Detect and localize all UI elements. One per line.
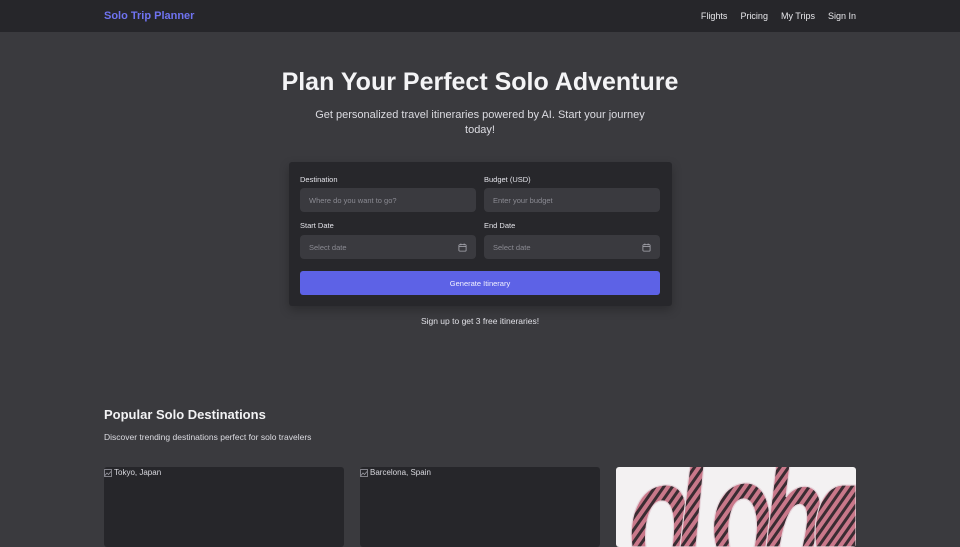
brand-logo-link[interactable]: Solo Trip Planner bbox=[104, 10, 194, 22]
aloha-lettering-image bbox=[630, 467, 856, 547]
nav-link-my-trips[interactable]: My Trips bbox=[781, 11, 815, 21]
end-date-input[interactable] bbox=[493, 242, 633, 252]
destination-card-barcelona[interactable]: Barcelona, Spain bbox=[360, 467, 600, 547]
section-title: Popular Solo Destinations bbox=[104, 407, 266, 422]
hero-subtitle: Get personalized travel itineraries powe… bbox=[315, 109, 645, 136]
destination-card-aloha[interactable] bbox=[616, 467, 856, 547]
destination-input[interactable] bbox=[309, 195, 449, 205]
section-subtitle: Discover trending destinations perfect f… bbox=[104, 432, 312, 442]
broken-image-icon bbox=[104, 468, 112, 477]
start-date-field[interactable] bbox=[300, 235, 476, 259]
hero-title: Plan Your Perfect Solo Adventure bbox=[281, 68, 679, 96]
end-date-label: End Date bbox=[484, 221, 516, 230]
broken-image-icon bbox=[360, 468, 368, 477]
start-date-input[interactable] bbox=[309, 242, 449, 252]
image-alt-text: Barcelona, Spain bbox=[370, 468, 431, 477]
destination-card-tokyo[interactable]: Tokyo, Japan bbox=[104, 467, 344, 547]
itinerary-form: Destination Budget (USD) Start Date End … bbox=[289, 162, 672, 306]
nav-link-flights[interactable]: Flights bbox=[701, 11, 728, 21]
nav-link-sign-in[interactable]: Sign In bbox=[828, 11, 856, 21]
signup-note: Sign up to get 3 free itineraries! bbox=[420, 316, 540, 326]
start-date-label: Start Date bbox=[300, 221, 334, 230]
top-nav-bar: Solo Trip Planner Flights Pricing My Tri… bbox=[0, 0, 960, 32]
broken-image: Tokyo, Japan bbox=[104, 468, 161, 477]
budget-field[interactable] bbox=[484, 188, 660, 212]
destination-field[interactable] bbox=[300, 188, 476, 212]
nav-link-pricing[interactable]: Pricing bbox=[740, 11, 768, 21]
broken-image: Barcelona, Spain bbox=[360, 468, 431, 477]
image-alt-text: Tokyo, Japan bbox=[114, 468, 162, 477]
generate-itinerary-button[interactable]: Generate Itinerary bbox=[300, 271, 660, 295]
main-nav: Flights Pricing My Trips Sign In bbox=[701, 11, 856, 21]
end-date-field[interactable] bbox=[484, 235, 660, 259]
budget-label: Budget (USD) bbox=[484, 175, 531, 184]
destination-label: Destination bbox=[300, 175, 338, 184]
calendar-icon[interactable] bbox=[642, 243, 651, 252]
budget-input[interactable] bbox=[493, 195, 633, 205]
calendar-icon[interactable] bbox=[458, 243, 467, 252]
